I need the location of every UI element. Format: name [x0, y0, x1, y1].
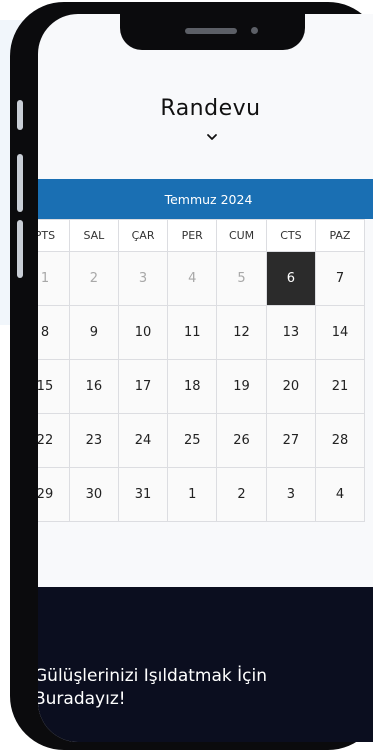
calendar-day[interactable]: 29 [38, 467, 70, 522]
calendar-day[interactable]: 19 [216, 359, 267, 414]
weekday-label: SAL [68, 219, 119, 252]
calendar-day[interactable]: 18 [167, 359, 218, 414]
calendar-month-label: Temmuz 2024 [164, 191, 253, 207]
calendar-day[interactable]: 15 [38, 359, 70, 414]
calendar-day-disabled: 4 [167, 251, 218, 306]
calendar-day[interactable]: 7 [314, 251, 366, 306]
calendar-day-disabled: 2 [68, 251, 119, 306]
calendar-week-row: 8 9 10 11 12 13 14 [38, 305, 366, 360]
calendar-day-selected[interactable]: 6 [265, 251, 316, 306]
phone-screen: Randevu Temmuz 2024 PTS SAL ÇAR PER CUM … [38, 14, 373, 742]
calendar-day[interactable]: 16 [68, 359, 119, 414]
weekday-label: CUM [216, 219, 267, 252]
calendar-day[interactable]: 11 [167, 305, 218, 360]
calendar-day[interactable]: 22 [38, 413, 70, 468]
calendar-day[interactable]: 14 [314, 305, 366, 360]
calendar-day[interactable]: 31 [117, 467, 169, 522]
calendar-day[interactable]: 2 [216, 467, 267, 522]
calendar-day-disabled: 5 [216, 251, 267, 306]
calendar-day[interactable]: 27 [265, 413, 316, 468]
promo-banner: Gülüşlerinizi Işıldatmak İçin Buradayız! [38, 587, 373, 742]
calendar-week-row: 15 16 17 18 19 20 21 [38, 359, 366, 414]
calendar-day[interactable]: 4 [314, 467, 366, 522]
calendar-day[interactable]: 23 [68, 413, 119, 468]
banner-text: Gülüşlerinizi Işıldatmak İçin Buradayız! [38, 665, 267, 711]
calendar-day[interactable]: 1 [167, 467, 218, 522]
calendar-day[interactable]: 30 [68, 467, 119, 522]
notch [120, 14, 305, 50]
calendar-day[interactable]: 8 [38, 305, 70, 360]
calendar-day[interactable]: 21 [314, 359, 366, 414]
volume-up-button [17, 154, 23, 212]
calendar-week-row: 22 23 24 25 26 27 28 [38, 413, 366, 468]
calendar-week-row: 29 30 31 1 2 3 4 [38, 467, 366, 522]
calendar-day[interactable]: 3 [265, 467, 316, 522]
calendar-week-row: 1 2 3 4 5 6 7 [38, 251, 366, 306]
weekday-label: PAZ [314, 219, 366, 252]
banner-line-2: Buradayız! [38, 689, 126, 709]
page-title: Randevu [160, 96, 261, 121]
calendar-day[interactable]: 9 [68, 305, 119, 360]
weekday-label: PTS [38, 219, 70, 252]
mute-switch [17, 100, 23, 130]
speaker-grille [185, 28, 237, 34]
calendar-grid: PTS SAL ÇAR PER CUM CTS PAZ 1 2 3 4 5 6 [38, 219, 366, 522]
front-camera [251, 27, 258, 34]
phone-frame: Randevu Temmuz 2024 PTS SAL ÇAR PER CUM … [10, 2, 373, 750]
chevron-down-icon[interactable] [206, 132, 218, 142]
calendar-day-disabled: 3 [117, 251, 169, 306]
calendar-day-disabled: 1 [38, 251, 70, 306]
weekday-label: PER [167, 219, 218, 252]
calendar-day[interactable]: 17 [117, 359, 169, 414]
calendar-month-header: Temmuz 2024 [38, 179, 373, 219]
calendar-day[interactable]: 13 [265, 305, 316, 360]
calendar-day[interactable]: 28 [314, 413, 366, 468]
calendar-day[interactable]: 25 [167, 413, 218, 468]
calendar-day[interactable]: 24 [117, 413, 169, 468]
banner-line-1: Gülüşlerinizi Işıldatmak İçin [38, 666, 268, 686]
weekday-row: PTS SAL ÇAR PER CUM CTS PAZ [38, 219, 366, 252]
weekday-label: ÇAR [117, 219, 169, 252]
weekday-label: CTS [265, 219, 316, 252]
calendar-day[interactable]: 10 [117, 305, 169, 360]
calendar-day[interactable]: 12 [216, 305, 267, 360]
volume-down-button [17, 220, 23, 278]
calendar-day[interactable]: 26 [216, 413, 267, 468]
calendar-day[interactable]: 20 [265, 359, 316, 414]
